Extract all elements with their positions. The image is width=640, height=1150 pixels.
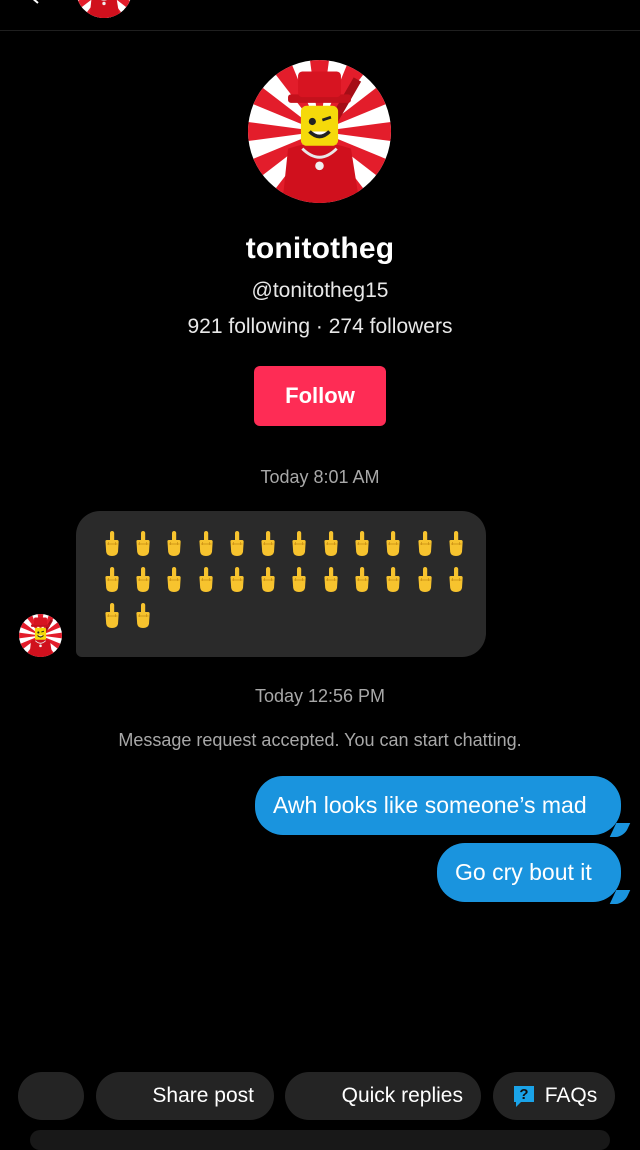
profile-avatar[interactable]: [248, 60, 391, 203]
sender-avatar[interactable]: [19, 614, 62, 657]
middle-finger-emoji-icon: [346, 529, 377, 559]
question-icon: ?: [513, 1086, 534, 1107]
middle-finger-emoji-icon: [440, 529, 471, 559]
middle-finger-emoji-icon: [315, 565, 346, 595]
faqs-chip[interactable]: ? FAQs: [493, 1072, 615, 1120]
header-avatar[interactable]: [76, 0, 132, 18]
middle-finger-emoji-icon: [96, 529, 127, 559]
outgoing-message-bubble[interactable]: Go cry bout it: [437, 843, 621, 902]
message-input[interactable]: [30, 1130, 610, 1150]
middle-finger-emoji-icon: [127, 565, 158, 595]
middle-finger-emoji-icon: [159, 529, 190, 559]
middle-finger-emoji-icon: [159, 565, 190, 595]
middle-finger-emoji-icon: [409, 529, 440, 559]
quick-actions-bar: Share post Quick replies ? FAQs: [0, 1072, 640, 1122]
request-accepted-notice: Message request accepted. You can start …: [118, 730, 522, 750]
middle-finger-emoji-icon: [221, 565, 252, 595]
middle-finger-emoji-icon: [378, 565, 409, 595]
faqs-label: FAQs: [544, 1084, 598, 1107]
username-handle: @tonitotheg15: [251, 279, 389, 302]
middle-finger-emoji-icon: [96, 565, 127, 595]
display-name: tonitotheg: [245, 232, 395, 265]
middle-finger-emoji-icon: [252, 565, 283, 595]
message-timestamp: Today 8:01 AM: [260, 467, 380, 487]
follow-button[interactable]: Follow: [254, 366, 386, 426]
middle-finger-emoji-icon: [221, 529, 252, 559]
chat-header: [0, 0, 640, 31]
quick-replies-chip[interactable]: Quick replies: [285, 1072, 481, 1120]
middle-finger-emoji-icon: [127, 601, 158, 631]
middle-finger-emoji-icon: [96, 601, 127, 631]
middle-finger-emoji-icon: [190, 529, 221, 559]
outgoing-message-bubble[interactable]: Awh looks like someone’s mad: [255, 776, 621, 835]
message-timestamp: Today 12:56 PM: [254, 686, 386, 706]
middle-finger-emoji-icon: [346, 565, 377, 595]
emoji-chip[interactable]: [18, 1072, 84, 1120]
emoji-row: [96, 529, 476, 631]
middle-finger-emoji-icon: [378, 529, 409, 559]
middle-finger-emoji-icon: [440, 565, 471, 595]
middle-finger-emoji-icon: [190, 565, 221, 595]
middle-finger-emoji-icon: [252, 529, 283, 559]
share-post-chip[interactable]: Share post: [96, 1072, 274, 1120]
middle-finger-emoji-icon: [315, 529, 346, 559]
middle-finger-emoji-icon: [284, 565, 315, 595]
middle-finger-emoji-icon: [284, 529, 315, 559]
middle-finger-emoji-icon: [127, 529, 158, 559]
follow-stats: 921 following · 274 followers: [187, 315, 453, 338]
back-arrow-icon[interactable]: [28, 0, 42, 4]
middle-finger-emoji-icon: [409, 565, 440, 595]
svg-text:?: ?: [519, 1086, 528, 1103]
incoming-message-bubble[interactable]: [76, 511, 486, 657]
